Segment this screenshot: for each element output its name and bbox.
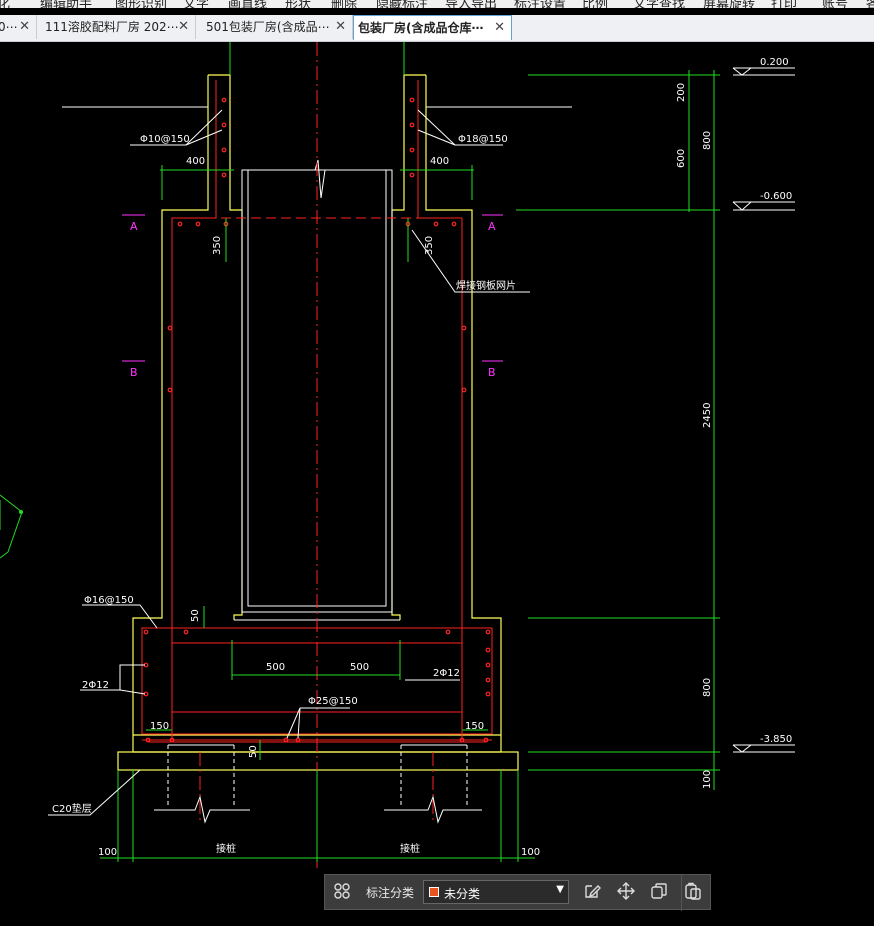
tab-label: 501包装厂房(含成品⋯ (206, 20, 330, 34)
note-pile-right: 接桩 (400, 842, 420, 855)
menu-item-draw-line[interactable]: 画直线 (228, 0, 267, 8)
menu-bar: 化 编辑助手 图形识别 文字 画直线 形状 删除 隐藏标注 导入导出 标注设置 … (0, 0, 874, 8)
tab-3-active[interactable]: 包装厂房(含成品仓库⋯ ✕ (353, 15, 512, 40)
paste-icon[interactable] (682, 882, 704, 904)
tab-label: 0⋯ (0, 20, 18, 34)
section-mark-b-left: B (130, 366, 138, 379)
dim-350-left: 350 (212, 236, 223, 255)
dim-50-upper: 50 (190, 609, 201, 622)
move-icon[interactable] (615, 882, 637, 904)
dim-100-vertical: 100 (702, 770, 713, 789)
tab-2[interactable]: 501包装厂房(含成品⋯ ✕ (196, 15, 353, 39)
dim-500-right: 500 (350, 662, 369, 673)
dim-200: 200 (676, 83, 687, 102)
dim-100-right: 100 (521, 847, 540, 858)
note-c20-cushion: C20垫层 (52, 802, 92, 815)
rebar-label-12-left: 2Φ12 (82, 680, 109, 691)
category-select[interactable]: 未分类 ▼ (423, 880, 569, 904)
tab-bar: 0⋯ ✕ 111溶胶配料厂房 202⋯ ✕ 501包装厂房(含成品⋯ ✕ 包装厂… (0, 15, 874, 42)
rebar-label-25: Φ25@150 (308, 696, 358, 707)
dim-100-left: 100 (98, 847, 117, 858)
close-icon[interactable]: ✕ (19, 15, 30, 39)
dim-800-top: 800 (702, 131, 713, 150)
chevron-down-icon: ▼ (556, 884, 564, 895)
dim-400-left: 400 (186, 156, 205, 167)
menu-item-account[interactable]: 账号 (822, 0, 848, 8)
dim-500-left: 500 (266, 662, 285, 673)
menu-item-edit-assistant[interactable]: 编辑助手 (40, 0, 92, 8)
tab-label: 包装厂房(含成品仓库⋯ (358, 21, 484, 35)
menu-item-delete[interactable]: 删除 (331, 0, 357, 8)
note-pile-left: 接桩 (216, 842, 236, 855)
dim-600: 600 (676, 149, 687, 168)
elevation-top: 0.200 (760, 57, 789, 68)
drawing-canvas[interactable]: 0.200 -0.600 -3.850 200 800 600 2450 800… (0, 41, 874, 926)
copy-icon[interactable] (648, 882, 670, 904)
dim-50-lower: 50 (248, 745, 259, 758)
menu-item-shape-recognition[interactable]: 图形识别 (115, 0, 167, 8)
rebar-label-18: Φ18@150 (458, 134, 508, 145)
close-icon[interactable]: ✕ (178, 15, 189, 39)
dim-350-right: 350 (424, 236, 435, 255)
section-mark-a-right: A (488, 220, 496, 233)
dim-150-left: 150 (150, 721, 169, 732)
close-icon[interactable]: ✕ (335, 15, 346, 39)
rebar-label-12-right: 2Φ12 (433, 668, 460, 679)
menu-item-more[interactable]: 各 (866, 0, 874, 8)
dim-150-right: 150 (465, 721, 484, 732)
grid-icon[interactable] (331, 882, 353, 904)
dim-800-bottom: 800 (702, 678, 713, 697)
menu-item-scale[interactable]: 比例 (582, 0, 608, 8)
tab-label: 111溶胶配料厂房 202⋯ (45, 20, 179, 34)
tab-0[interactable]: 0⋯ ✕ (0, 15, 37, 39)
toolbar-label: 标注分类 (366, 886, 415, 900)
dim-400-right: 400 (430, 156, 449, 167)
menu-item-print[interactable]: 打印 (771, 0, 797, 8)
dim-2450: 2450 (702, 403, 713, 428)
category-color-swatch (429, 887, 439, 897)
category-value: 未分类 (444, 887, 481, 901)
edit-icon[interactable] (581, 882, 603, 904)
menu-item-hide-annotation[interactable]: 隐藏标注 (376, 0, 428, 8)
section-mark-b-right: B (488, 366, 496, 379)
rebar-label-10: Φ10@150 (140, 134, 190, 145)
rebar-label-16: Φ16@150 (84, 595, 134, 606)
tab-1[interactable]: 111溶胶配料厂房 202⋯ ✕ (37, 15, 196, 39)
menu-item-annotation-settings[interactable]: 标注设置 (514, 0, 566, 8)
elevation-mid: -0.600 (760, 191, 792, 202)
menu-item-rotate-screen[interactable]: 屏幕旋转 (703, 0, 755, 8)
menu-item-find-text[interactable]: 文字查找 (633, 0, 685, 8)
menu-item-import-export[interactable]: 导入导出 (445, 0, 497, 8)
menu-item-text[interactable]: 文字 (183, 0, 209, 8)
menu-item-0[interactable]: 化 (0, 0, 10, 8)
section-mark-a-left: A (130, 220, 138, 233)
annotation-toolbar: 标注分类 未分类 ▼ (324, 874, 711, 911)
note-welded-mesh: 焊接钢板网片 (456, 279, 516, 292)
elevation-bottom: -3.850 (760, 734, 792, 745)
close-icon[interactable]: ✕ (494, 16, 505, 40)
menu-item-shape[interactable]: 形状 (285, 0, 311, 8)
